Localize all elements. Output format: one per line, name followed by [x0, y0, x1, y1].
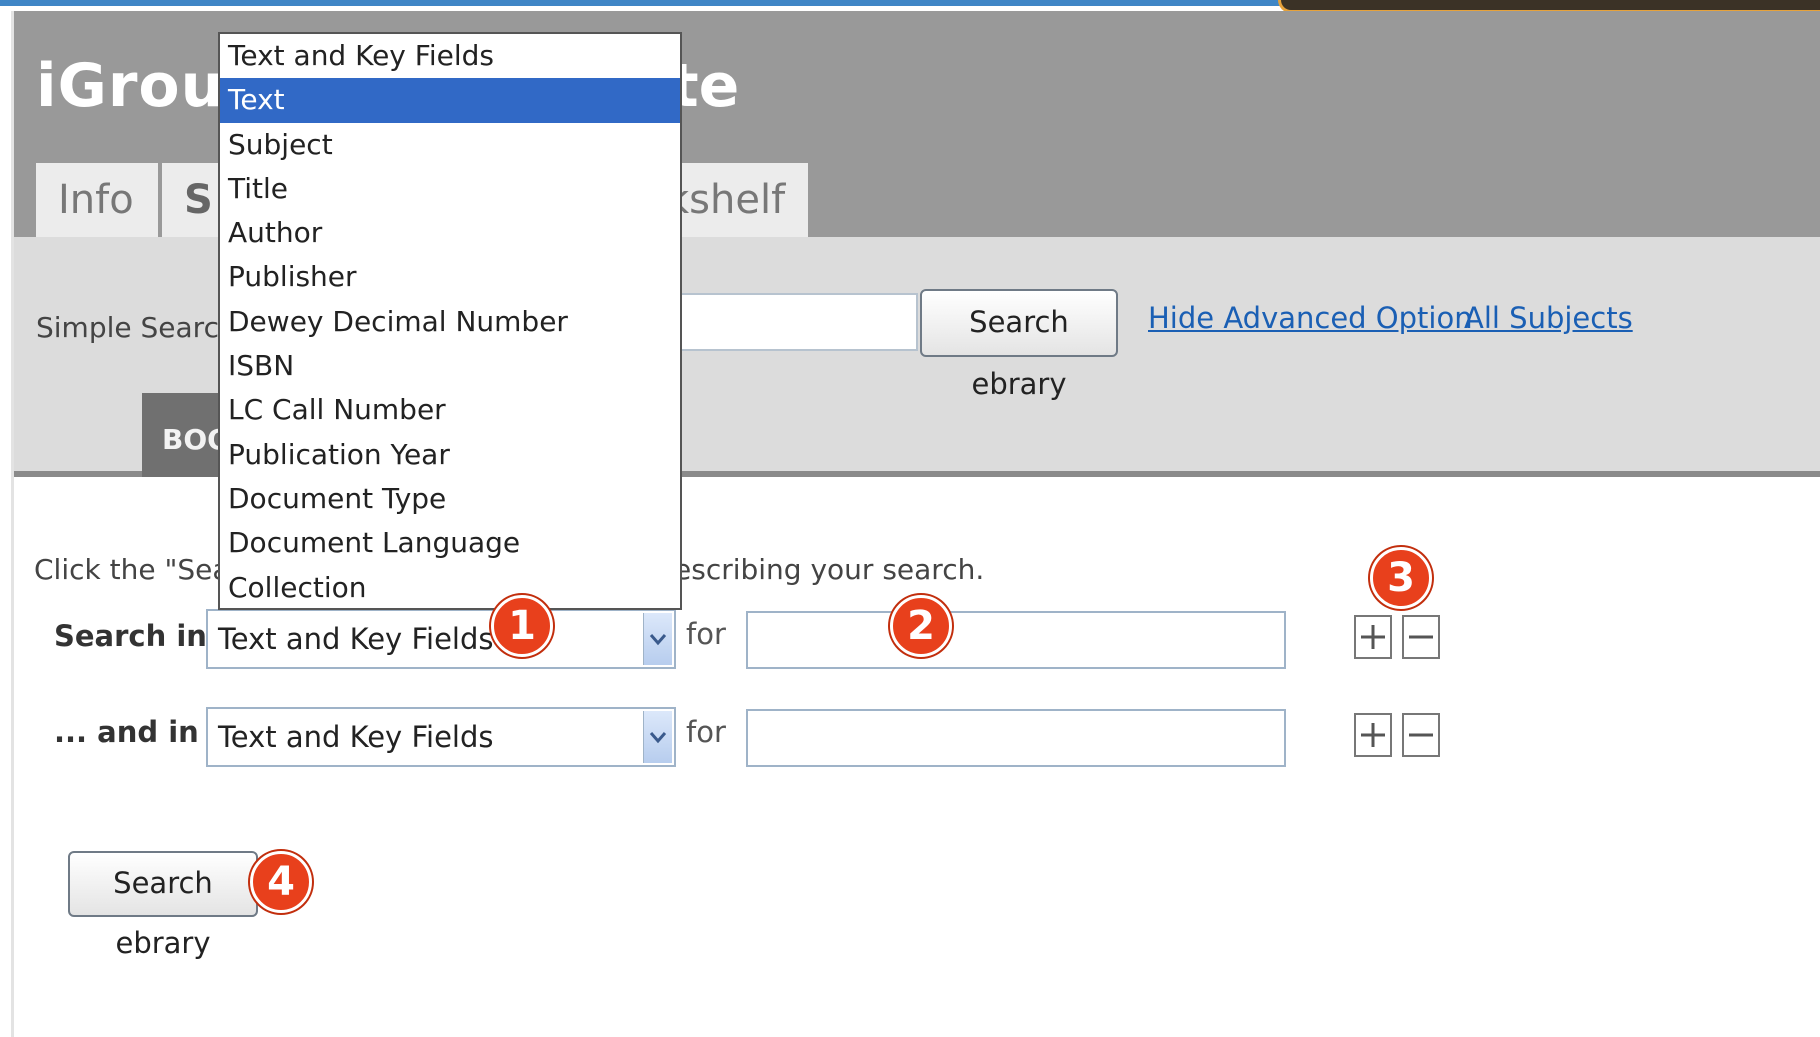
step-badge-1: 1 [491, 595, 553, 657]
search-field-select-2-value: Text and Key Fields [218, 720, 494, 754]
dropdown-option[interactable]: Publication Year [220, 433, 680, 477]
tab-bookshelf[interactable]: kshelf [666, 163, 808, 237]
dropdown-option[interactable]: Document Type [220, 477, 680, 521]
step-badge-4: 4 [250, 851, 312, 913]
dropdown-option[interactable]: Title [220, 167, 680, 211]
remove-row-icon[interactable] [1402, 615, 1440, 659]
simple-search-input[interactable] [666, 293, 918, 351]
tab-search[interactable]: S [162, 163, 226, 237]
simple-search-button[interactable]: Search ebrary [920, 289, 1118, 401]
add-row-icon[interactable] [1354, 713, 1392, 757]
dropdown-option[interactable]: LC Call Number [220, 388, 680, 432]
step-badge-2: 2 [890, 595, 952, 657]
chevron-down-icon[interactable] [643, 711, 672, 763]
search-field-select-1-value: Text and Key Fields [218, 622, 494, 656]
search-field-dropdown[interactable]: Text and Key Fields Text Subject Title A… [218, 32, 682, 610]
dropdown-option[interactable]: Text and Key Fields [220, 34, 680, 78]
hide-advanced-option-link[interactable]: Hide Advanced Option [1148, 301, 1473, 335]
remove-row-icon[interactable] [1402, 713, 1440, 757]
all-subjects-link[interactable]: All Subjects [1464, 301, 1633, 335]
for-label-1: for [686, 617, 726, 651]
ebrary-page: iGroup te Info S kshelf Simple Search: S… [11, 11, 1820, 1037]
search-term-input-2[interactable] [746, 709, 1286, 767]
advanced-search-button[interactable]: Search ebrary [68, 851, 258, 960]
search-term-input-1[interactable] [746, 611, 1286, 669]
dropdown-option[interactable]: Document Language [220, 521, 680, 565]
dropdown-option[interactable]: Dewey Decimal Number [220, 300, 680, 344]
search-field-select-1[interactable]: Text and Key Fields [206, 609, 676, 669]
add-row-icon[interactable] [1354, 615, 1392, 659]
chevron-down-icon[interactable] [643, 613, 672, 665]
tab-info[interactable]: Info [36, 163, 158, 237]
books-tab[interactable]: BOO [142, 393, 231, 477]
and-in-label: ... and in [54, 715, 199, 749]
instructions-text-left: Click the "Sear [34, 553, 242, 586]
simple-search-label: Simple Search: [36, 311, 247, 344]
for-label-2: for [686, 715, 726, 749]
dropdown-option[interactable]: ISBN [220, 344, 680, 388]
search-in-label: Search in [54, 619, 207, 653]
instructions-text-right: escribing your search. [674, 553, 985, 586]
dropdown-option[interactable]: Collection [220, 566, 680, 610]
step-badge-3: 3 [1370, 547, 1432, 609]
dropdown-option[interactable]: Text [220, 78, 680, 123]
search-field-select-2[interactable]: Text and Key Fields [206, 707, 676, 767]
dropdown-option[interactable]: Publisher [220, 255, 680, 299]
dropdown-option[interactable]: Subject [220, 123, 680, 167]
dropdown-option[interactable]: Author [220, 211, 680, 255]
